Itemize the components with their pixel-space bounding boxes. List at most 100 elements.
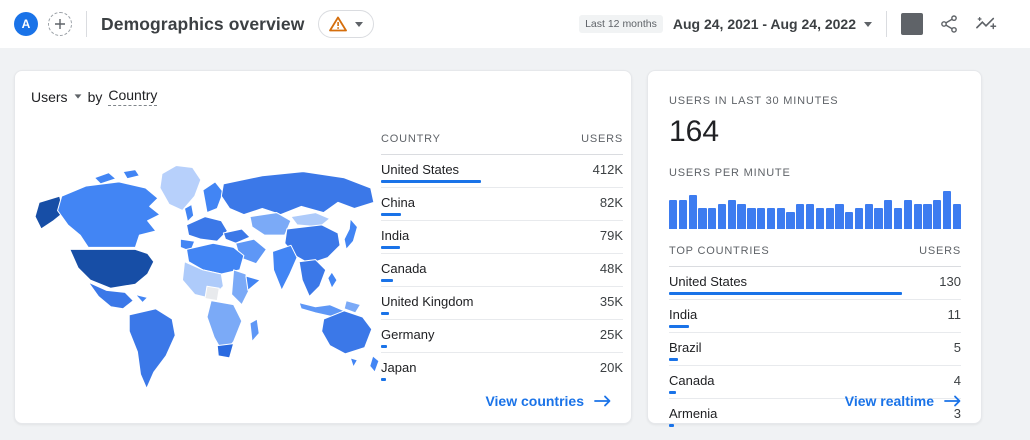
value-bar — [381, 213, 481, 216]
value-bar — [381, 345, 481, 348]
chevron-down-icon — [864, 21, 872, 27]
table-header: COUNTRY USERS — [381, 133, 623, 155]
card-header: Users by Country — [31, 87, 158, 106]
data-warning-dropdown[interactable] — [318, 10, 375, 38]
insights-sparkline-icon — [976, 17, 997, 30]
value-bar — [381, 246, 481, 249]
value-bar — [669, 358, 902, 361]
metric-label: Users — [31, 88, 68, 105]
table-row: India 79K — [381, 221, 623, 254]
users-cell: 412K — [592, 162, 623, 177]
minute-bar — [845, 212, 854, 229]
minute-bar — [757, 208, 766, 229]
arrow-right-icon — [944, 395, 961, 407]
date-range-selector[interactable]: Aug 24, 2021 - Aug 24, 2022 — [673, 16, 872, 32]
minute-bar — [874, 208, 883, 229]
users-cell: 79K — [599, 228, 623, 243]
country-cell: Germany — [381, 327, 435, 342]
country-cell: United States — [669, 274, 748, 289]
users-cell: 5 — [953, 340, 961, 355]
country-cell: United States — [381, 162, 460, 177]
users-cell: 48K — [599, 261, 623, 276]
value-bar — [669, 325, 902, 328]
header-divider — [886, 11, 887, 37]
view-realtime-label: View realtime — [844, 393, 934, 409]
minute-bar — [678, 199, 688, 229]
minute-bar — [952, 203, 961, 229]
report-square-icon[interactable] — [901, 13, 923, 35]
users-by-country-card: Users by Country COUNTRY USERS United St… — [14, 70, 632, 424]
minute-bar — [669, 199, 678, 229]
minute-bar — [854, 208, 864, 229]
minute-bar — [825, 208, 834, 229]
table-header: TOP COUNTRIES USERS — [669, 245, 961, 267]
page-title: Demographics overview — [101, 13, 305, 34]
users-cell: 130 — [939, 274, 961, 289]
minute-bar — [923, 203, 932, 229]
minute-bar — [815, 208, 824, 229]
value-bar — [381, 312, 481, 315]
metric-selector[interactable]: Users — [31, 89, 82, 105]
table-row: India 11 — [669, 300, 961, 333]
country-cell: India — [381, 228, 410, 243]
date-range-text: Aug 24, 2021 - Aug 24, 2022 — [672, 16, 856, 32]
country-cell: United Kingdom — [381, 294, 474, 309]
value-bar — [669, 292, 902, 295]
date-preset-badge: Last 12 months — [579, 15, 663, 33]
table-row: China 82K — [381, 188, 623, 221]
table-row: Japan 20K — [381, 353, 623, 381]
warning-icon — [329, 16, 348, 32]
plus-icon — [55, 19, 65, 29]
chevron-down-icon — [355, 21, 364, 27]
minute-bar — [688, 195, 697, 229]
by-label: by — [87, 88, 103, 105]
avatar-letter: A — [21, 17, 31, 31]
view-realtime-link[interactable]: View realtime — [845, 393, 961, 409]
country-cell: China — [381, 195, 415, 210]
minute-bar — [727, 199, 736, 229]
column-header-country: COUNTRY — [381, 133, 441, 145]
world-map-svg — [34, 164, 380, 390]
value-bar — [669, 424, 902, 427]
world-map — [33, 157, 381, 393]
table-row: United States 412K — [381, 155, 623, 188]
country-cell: India — [669, 307, 698, 322]
minute-bar — [835, 203, 844, 229]
value-bar — [381, 279, 481, 282]
dimension-selector[interactable]: Country — [108, 87, 158, 106]
users-cell: 35K — [599, 294, 623, 309]
country-cell: Canada — [669, 373, 715, 388]
minute-bar — [766, 208, 776, 229]
chevron-down-icon — [74, 94, 81, 99]
view-countries-link[interactable]: View countries — [485, 393, 611, 409]
minute-bar — [893, 208, 903, 229]
value-bar — [381, 378, 481, 381]
table-row: Germany 25K — [381, 320, 623, 353]
minute-bar — [698, 208, 707, 229]
users-cell: 4 — [953, 373, 961, 388]
minute-bar — [747, 208, 756, 229]
minute-bar — [776, 208, 785, 229]
users-30min-label: USERS IN LAST 30 MINUTES — [669, 95, 839, 107]
realtime-card: USERS IN LAST 30 MINUTES 164 USERS PER M… — [647, 70, 982, 427]
users-cell: 82K — [599, 195, 623, 210]
account-avatar[interactable]: A — [14, 12, 38, 36]
insights-button[interactable] — [975, 14, 997, 34]
minute-bar — [933, 199, 942, 229]
minute-bar — [737, 203, 746, 229]
share-button[interactable] — [939, 14, 959, 34]
add-comparison-button[interactable] — [48, 12, 72, 36]
country-cell: Canada — [381, 261, 427, 276]
users-per-minute-label: USERS PER MINUTE — [669, 167, 791, 179]
minute-bar — [786, 212, 795, 229]
view-countries-label: View countries — [485, 393, 584, 409]
country-cell: Japan — [381, 360, 417, 375]
countries-table: COUNTRY USERS United States 412K China 82K… — [381, 133, 623, 385]
table-row: Brazil 5 — [669, 333, 961, 366]
users-30min-value: 164 — [669, 115, 720, 148]
top-header-bar: A Demographics overview Last 12 months A… — [0, 0, 1030, 48]
minute-bar — [708, 208, 717, 229]
minute-bar — [805, 203, 815, 229]
country-cell: Armenia — [669, 406, 718, 421]
minute-bar — [913, 203, 922, 229]
